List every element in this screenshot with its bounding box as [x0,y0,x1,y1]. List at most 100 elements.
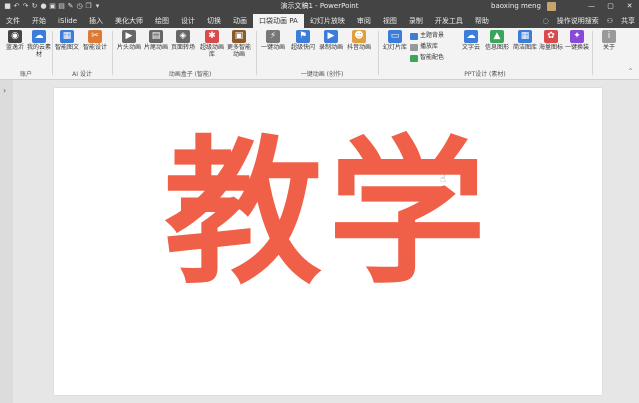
theme-bg-icon [410,32,418,40]
slide-canvas[interactable]: 教学 ☝ [54,88,602,395]
anim-lib-button[interactable]: ✱ 超级动画库 [199,30,225,58]
intro-anim-button[interactable]: ▶ 片头动画 [116,30,142,51]
tiktok-anim-icon: ☻ [352,30,366,43]
tab-view[interactable]: 视图 [377,14,403,28]
window-controls: — ▢ ✕ [582,0,639,13]
pen-icon[interactable]: ✎ [67,3,74,10]
group-separator [112,31,113,75]
collapse-ribbon-icon[interactable]: ^ [628,68,633,76]
record-icon[interactable]: ● [40,3,47,10]
image-lib-icon: ▦ [518,30,532,43]
infographic-icon: ▲ [490,30,504,43]
record-anim-button[interactable]: ▶ 录制动画 [318,30,344,51]
title-bar: ■ ↶ ↷ ↻ ● ▣ ▤ ✎ ◷ ❐ ▾ 演示文稿1 - PowerPoint… [0,0,639,13]
theme-bg-button[interactable]: 主题背景 [410,32,444,40]
play-lib-button[interactable]: 播放库 [410,43,438,51]
group-separator [378,31,379,75]
word-cloud-button[interactable]: ☁ 文字云 [458,30,484,51]
one-click-anim-icon: ⚡ [266,30,280,43]
group-separator [52,31,53,75]
tab-islide[interactable]: iSlide [52,14,83,28]
slide-title-text[interactable]: 教学 [54,124,602,304]
group-separator [256,31,257,75]
record-anim-icon: ▶ [324,30,338,43]
icon-lib-icon: ✿ [544,30,558,43]
maximize-button[interactable]: ▢ [601,0,620,13]
avatar-icon: ◉ [8,30,22,43]
one-click-anim-button[interactable]: ⚡ 一键动画 [260,30,286,51]
icon-lib-button[interactable]: ✿ 海量图标 [538,30,564,51]
cursor-icon: ☝ [440,174,447,185]
transition-button[interactable]: ◈ 页面转场 [170,30,196,51]
about-button[interactable]: i 关于 [596,30,622,51]
customize-icon[interactable]: ▾ [94,3,101,10]
about-icon: i [602,30,616,43]
share-icon: ⚇ [606,16,613,25]
tiktok-anim-button[interactable]: ☻ 抖音动画 [346,30,372,51]
smart-text-icon: ▦ [60,30,74,43]
play-lib-icon [410,43,418,51]
lightbulb-icon: ◌ [542,16,549,25]
present-icon[interactable]: ▣ [49,3,56,10]
slide-lib-icon: ▭ [388,30,402,43]
tab-record[interactable]: 录制 [403,14,429,28]
account-button[interactable]: ◉ 蓝逸沂 [2,30,28,51]
undo-icon[interactable]: ↶ [13,3,20,10]
flash-button[interactable]: ⚑ 超级快闪 [290,30,316,51]
user-avatar[interactable] [547,2,556,11]
cloud-icon: ☁ [32,30,46,43]
close-button[interactable]: ✕ [620,0,639,13]
infographic-button[interactable]: ▲ 信息图形 [484,30,510,51]
group-label-one-click: 一键动画 (创作) [300,71,344,78]
group-separator [592,31,593,75]
tab-home[interactable]: 开始 [26,14,52,28]
word-cloud-icon: ☁ [464,30,478,43]
tell-me-search[interactable]: 操作说明搜索 [557,16,599,26]
tab-draw[interactable]: 绘图 [149,14,175,28]
group-label-account: 账户 [19,71,32,78]
quick-access-toolbar: ■ ↶ ↷ ↻ ● ▣ ▤ ✎ ◷ ❐ ▾ [0,3,174,10]
refresh-icon[interactable]: ↻ [31,3,38,10]
group-label-ai: AI 设计 [72,71,92,78]
image-icon[interactable]: ▤ [58,3,65,10]
tabs-right: ◌ 操作说明搜索 ⚇ 共享 [543,13,635,28]
tab-help[interactable]: 帮助 [469,14,495,28]
tab-pocket-animation[interactable]: 口袋动画 PA [253,14,304,28]
reskin-button[interactable]: ✦ 一键换装 [564,30,590,51]
outro-anim-button[interactable]: ▤ 片尾动画 [143,30,169,51]
slide-lib-button[interactable]: ▭ 幻灯片库 [382,30,408,51]
tab-design[interactable]: 设计 [175,14,201,28]
flash-icon: ⚑ [296,30,310,43]
image-lib-button[interactable]: ▦ 简洁图库 [512,30,538,51]
copy-icon[interactable]: ❐ [85,3,92,10]
share-button[interactable]: 共享 [621,16,635,26]
tab-beautify[interactable]: 美化大师 [109,14,149,28]
tab-insert[interactable]: 插入 [83,14,109,28]
tab-review[interactable]: 审阅 [351,14,377,28]
anim-lib-icon: ✱ [205,30,219,43]
my-cloud-button[interactable]: ☁ 我的云素材 [26,30,52,58]
thumbnail-pane-collapsed: › [0,80,13,403]
timer-icon[interactable]: ◷ [76,3,83,10]
tab-transitions[interactable]: 切换 [201,14,227,28]
redo-icon[interactable]: ↷ [22,3,29,10]
color-match-button[interactable]: 智能配色 [410,54,444,62]
group-label-ppt-design: PPT设计 (素材) [464,71,506,78]
smart-design-icon: ✂ [88,30,102,43]
tab-file[interactable]: 文件 [0,14,26,28]
user-name[interactable]: baoxing meng [491,0,541,13]
color-match-icon [410,54,418,62]
outro-anim-icon: ▤ [149,30,163,43]
expand-pane-icon[interactable]: › [3,86,6,95]
ribbon-panel: ◉ 蓝逸沂 ☁ 我的云素材 账户 ▦ 智能图文 ✂ 智能设计 AI 设计 ▶ 片… [0,28,639,80]
more-anim-button[interactable]: ▣ 更多智能动画 [226,30,252,58]
smart-text-button[interactable]: ▦ 智能图文 [54,30,80,51]
smart-design-button[interactable]: ✂ 智能设计 [82,30,108,51]
tab-developer[interactable]: 开发工具 [429,14,469,28]
tab-slideshow[interactable]: 幻灯片放映 [304,14,351,28]
group-label-anim-box: 动画盒子 (智能) [168,71,212,78]
save-icon[interactable]: ■ [4,3,11,10]
tab-animations[interactable]: 动画 [227,14,253,28]
intro-anim-icon: ▶ [122,30,136,43]
minimize-button[interactable]: — [582,0,601,13]
